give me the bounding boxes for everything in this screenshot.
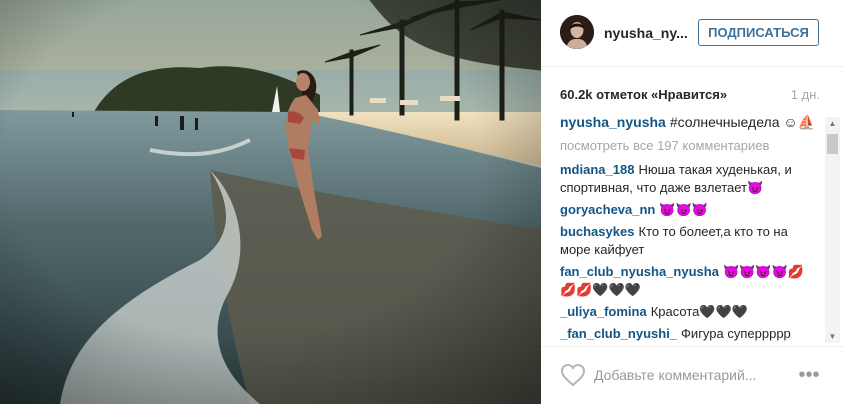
comment-item: _uliya_fomina Красота🖤🖤🖤: [560, 303, 820, 321]
comment-item: buchasykes Кто то болеет,а кто то на море…: [560, 223, 820, 259]
comment-text: Красота🖤🖤🖤: [650, 304, 748, 319]
header-username[interactable]: nyusha_ny...: [604, 25, 688, 41]
caption: nyusha_nyusha #солнечныедела ☺⛵: [560, 113, 820, 131]
comment-item: _fan_club_nyushi_ Фигура суперрррр: [560, 325, 820, 343]
post-time[interactable]: 1 дн.: [791, 87, 820, 102]
comment-username[interactable]: buchasykes: [560, 224, 634, 239]
comment-item: goryacheva_nn 😈😈😈: [560, 201, 820, 219]
post-details-panel: nyusha_ny... ПОДПИСАТЬСЯ 60.2k отметок «…: [541, 0, 843, 404]
caption-text: #солнечныедела ☺⛵: [669, 114, 816, 130]
heart-icon-svg: [560, 363, 586, 387]
post-header: nyusha_ny... ПОДПИСАТЬСЯ: [541, 0, 843, 67]
follow-button[interactable]: ПОДПИСАТЬСЯ: [698, 19, 819, 46]
comment-username[interactable]: _fan_club_nyushi_: [560, 326, 677, 341]
comment-text: 😈😈😈: [659, 202, 708, 217]
scroll-up-arrow-icon[interactable]: ▲: [825, 117, 840, 130]
comment-username[interactable]: mdiana_188: [560, 162, 634, 177]
comments-list: nyusha_nyusha #солнечныедела ☺⛵ посмотрет…: [560, 113, 820, 343]
comment-username[interactable]: goryacheva_nn: [560, 202, 655, 217]
caption-username[interactable]: nyusha_nyusha: [560, 114, 666, 130]
comment-text: Фигура суперрррр: [681, 326, 791, 341]
post-footer: •••: [541, 346, 843, 405]
avatar[interactable]: [560, 15, 594, 49]
scrollbar-thumb[interactable]: [827, 134, 838, 154]
beach-photo-illustration: [0, 0, 541, 404]
scroll-down-arrow-icon[interactable]: ▼: [825, 330, 840, 343]
heart-icon[interactable]: [560, 363, 586, 387]
comment-item: mdiana_188 Нюша такая худенькая, и спорти…: [560, 161, 820, 197]
instagram-post-viewer: nyusha_ny... ПОДПИСАТЬСЯ 60.2k отметок «…: [0, 0, 843, 404]
comments-scrollbar[interactable]: ▲ ▼: [825, 117, 840, 343]
avatar-image: [560, 15, 594, 49]
likes-count[interactable]: 60.2k отметок «Нравится»: [560, 87, 727, 102]
more-options-icon[interactable]: •••: [796, 365, 822, 385]
comment-input[interactable]: [594, 364, 784, 386]
post-photo[interactable]: [0, 0, 541, 404]
comment-item: fan_club_nyusha_nyusha 😈😈😈😈💋💋💋🖤🖤🖤: [560, 263, 820, 299]
view-all-comments-link[interactable]: посмотреть все 197 комментариев: [560, 137, 820, 155]
comment-username[interactable]: _uliya_fomina: [560, 304, 647, 319]
comment-username[interactable]: fan_club_nyusha_nyusha: [560, 264, 719, 279]
